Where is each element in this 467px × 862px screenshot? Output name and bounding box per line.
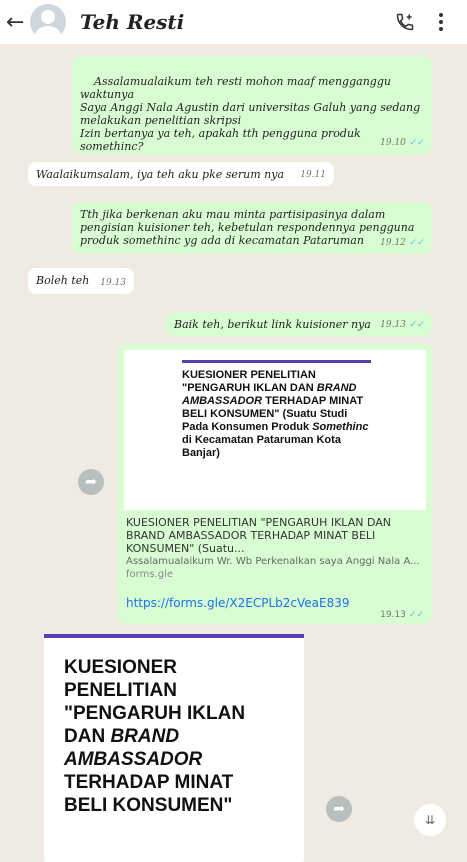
message-time: 19.13 xyxy=(380,320,406,330)
chevron-down-icon: ⇊ xyxy=(424,813,436,827)
message-bubble[interactable]: Waalaikumsalam, iya teh aku pke serum ny… xyxy=(28,162,334,186)
double-check-icon: ✓✓ xyxy=(408,238,424,248)
message-text: Assalamualaikum teh resti mohon maaf men… xyxy=(80,75,421,153)
preview-description: Assalamualaikum Wr. Wb Perkenalkan saya … xyxy=(126,556,420,567)
message-time: 19.13 xyxy=(100,278,126,288)
double-check-icon: ✓✓ xyxy=(408,610,424,620)
more-options-button[interactable] xyxy=(423,4,459,40)
chat-header: ← Teh Resti xyxy=(0,0,467,44)
link-preview-text: KUESIONER PENELITIAN "PENGARUH IKLAN DAN… xyxy=(126,516,424,581)
forward-button[interactable]: ➦ xyxy=(326,796,352,822)
link-preview-image[interactable]: KUESIONER PENELITIAN "PENGARUH IKLAN DAN… xyxy=(124,350,426,510)
message-text: Waalaikumsalam, iya teh aku pke serum ny… xyxy=(36,168,285,181)
message-time: 19.12 xyxy=(380,238,406,248)
forward-icon: ➦ xyxy=(333,801,345,817)
add-call-button[interactable] xyxy=(387,4,423,40)
form-title: KUESIONER PENELITIAN "PENGARUH IKLAN DAN… xyxy=(182,369,369,459)
form-header-bar xyxy=(44,634,304,638)
form-header-bar xyxy=(182,360,371,363)
forward-icon: ➦ xyxy=(85,474,97,490)
forward-button[interactable]: ➦ xyxy=(78,469,104,495)
contact-name[interactable]: Teh Resti xyxy=(80,10,387,34)
more-vert-icon xyxy=(439,13,443,31)
document-preview[interactable]: KUESIONER PENELITIAN "PENGARUH IKLAN DAN… xyxy=(44,634,304,862)
message-time: 19.11 xyxy=(300,170,326,180)
link-message-bubble[interactable]: KUESIONER PENELITIAN "PENGARUH IKLAN DAN… xyxy=(118,344,432,624)
arrow-left-icon: ← xyxy=(6,9,25,35)
add-call-icon xyxy=(396,13,414,31)
message-text: Baik teh, berikut link kuisioner nya xyxy=(174,318,371,331)
message-text: Boleh teh xyxy=(36,274,90,287)
preview-title: KUESIONER PENELITIAN "PENGARUH IKLAN DAN… xyxy=(126,516,391,555)
form-link[interactable]: https://forms.gle/X2ECPLb2cVeaE839 xyxy=(126,596,350,610)
back-button[interactable]: ← xyxy=(6,10,26,35)
scroll-to-bottom-button[interactable]: ⇊ xyxy=(414,804,446,836)
chat-area[interactable]: Assalamualaikum teh resti mohon maaf men… xyxy=(0,44,467,862)
avatar[interactable] xyxy=(30,4,66,40)
message-time: 19.10 xyxy=(380,138,406,148)
message-bubble[interactable]: Assalamualaikum teh resti mohon maaf men… xyxy=(72,56,432,154)
message-text: Tth jika berkenan aku mau minta partisip… xyxy=(80,208,415,247)
document-title: KUESIONER PENELITIAN "PENGARUH IKLAN DAN… xyxy=(64,657,246,816)
message-time: 19.13 xyxy=(380,610,406,620)
preview-domain: forms.gle xyxy=(126,569,173,580)
message-bubble[interactable]: Boleh teh 19.13 xyxy=(28,268,134,294)
message-bubble[interactable]: Tth jika berkenan aku mau minta partisip… xyxy=(72,202,432,254)
double-check-icon: ✓✓ xyxy=(408,138,424,148)
message-bubble[interactable]: Baik teh, berikut link kuisioner nya 19.… xyxy=(166,312,432,336)
double-check-icon: ✓✓ xyxy=(408,320,424,330)
